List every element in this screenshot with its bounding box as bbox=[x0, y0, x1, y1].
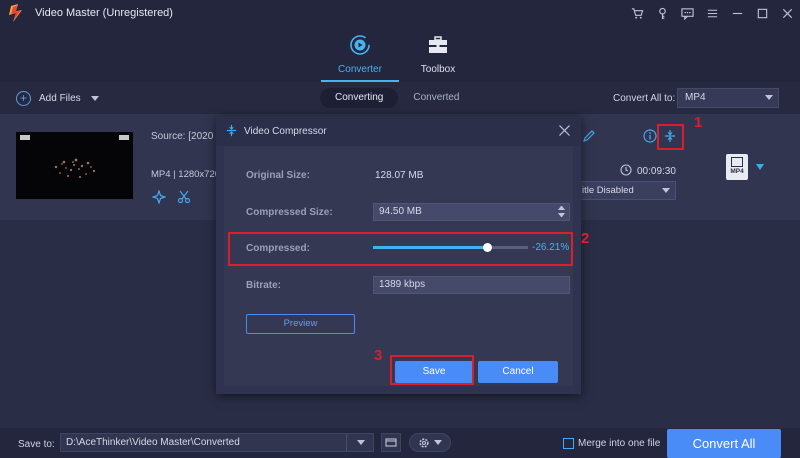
preview-button[interactable]: Preview bbox=[246, 314, 355, 334]
open-folder-button[interactable] bbox=[381, 433, 401, 452]
toolbar: + Add Files Converting Converted Convert… bbox=[0, 82, 800, 114]
dialog-body: Original Size: 128.07 MB Compressed Size… bbox=[224, 146, 573, 386]
convert-all-format-select[interactable]: MP4 bbox=[677, 88, 779, 108]
annotation-box-3 bbox=[390, 355, 474, 385]
chevron-down-icon bbox=[662, 188, 670, 193]
minimize-icon[interactable] bbox=[725, 0, 750, 26]
convert-all-to-label: Convert All to: bbox=[613, 93, 676, 104]
bitrate-field[interactable]: 1389 kbps bbox=[373, 276, 570, 294]
app-logo-icon bbox=[9, 4, 22, 22]
stepper-down-icon[interactable] bbox=[558, 213, 565, 217]
annotation-number-3: 3 bbox=[374, 347, 383, 364]
tab-toolbox[interactable]: Toolbox bbox=[399, 34, 477, 80]
save-to-label: Save to: bbox=[18, 439, 55, 450]
scissors-icon[interactable] bbox=[177, 190, 191, 204]
chat-icon[interactable] bbox=[675, 0, 700, 26]
file-duration: 00:09:30 bbox=[637, 166, 676, 177]
file-source: Source: [2020 bbox=[151, 131, 214, 142]
save-path-value: D:\AceThinker\Video Master\Converted bbox=[66, 437, 240, 448]
menu-icon[interactable] bbox=[700, 0, 725, 26]
annotation-number-1: 1 bbox=[694, 114, 703, 131]
merge-label[interactable]: Merge into one file bbox=[578, 438, 660, 449]
output-format-label: MP4 bbox=[730, 168, 744, 175]
compressed-size-value: 94.50 MB bbox=[379, 206, 422, 217]
maximize-icon[interactable] bbox=[750, 0, 775, 26]
enhance-icon[interactable] bbox=[151, 189, 167, 205]
output-format-icon[interactable]: MP4 bbox=[726, 154, 748, 180]
converter-icon bbox=[350, 35, 370, 55]
video-thumbnail[interactable] bbox=[16, 132, 133, 199]
cart-icon[interactable] bbox=[625, 0, 650, 26]
format-select-value: MP4 bbox=[685, 92, 706, 103]
key-icon[interactable] bbox=[650, 0, 675, 26]
compressed-size-field[interactable]: 94.50 MB bbox=[373, 203, 570, 221]
tab-converted[interactable]: Converted bbox=[398, 88, 474, 108]
annotation-box-2 bbox=[228, 232, 573, 266]
tab-toolbox-label: Toolbox bbox=[420, 64, 456, 75]
title-bar: Video Master (Unregistered) bbox=[0, 0, 800, 26]
compressed-size-label: Compressed Size: bbox=[246, 207, 333, 218]
dialog-title: Video Compressor bbox=[244, 126, 327, 137]
plus-icon: + bbox=[16, 91, 31, 106]
add-files-label: Add Files bbox=[39, 93, 81, 104]
save-path-select[interactable]: D:\AceThinker\Video Master\Converted bbox=[60, 433, 374, 452]
merge-checkbox[interactable] bbox=[563, 438, 574, 449]
close-icon[interactable] bbox=[558, 124, 571, 137]
info-icon[interactable] bbox=[643, 129, 657, 143]
stepper-up-icon[interactable] bbox=[558, 206, 565, 210]
film-icon bbox=[731, 157, 743, 167]
chevron-down-icon[interactable] bbox=[756, 164, 764, 170]
toolbox-icon bbox=[429, 36, 447, 53]
annotation-box-1 bbox=[657, 124, 684, 150]
annotation-number-2: 2 bbox=[581, 230, 590, 247]
clock-icon bbox=[620, 164, 632, 176]
tab-converter-label: Converter bbox=[338, 64, 382, 75]
bottom-bar: Save to: D:\AceThinker\Video Master\Conv… bbox=[0, 428, 800, 458]
tab-converter[interactable]: Converter bbox=[321, 34, 399, 82]
close-icon[interactable] bbox=[775, 0, 800, 26]
dialog-header: Video Compressor bbox=[216, 116, 581, 146]
file-meta: MP4 | 1280x720 bbox=[151, 169, 221, 180]
bitrate-label: Bitrate: bbox=[246, 280, 282, 291]
main-tab-bar: Converter Toolbox bbox=[0, 26, 800, 82]
folder-icon bbox=[385, 438, 397, 447]
chevron-down-icon bbox=[434, 440, 442, 445]
edit-icon[interactable] bbox=[582, 129, 596, 143]
add-files-button[interactable]: + Add Files bbox=[16, 91, 99, 106]
original-size-label: Original Size: bbox=[246, 170, 310, 181]
size-stepper[interactable] bbox=[558, 206, 565, 217]
gear-icon bbox=[419, 437, 429, 448]
status-segmented-control: Converting Converted bbox=[320, 88, 475, 108]
convert-all-button[interactable]: Convert All bbox=[667, 429, 781, 458]
settings-button[interactable] bbox=[409, 433, 451, 452]
chevron-down-icon bbox=[765, 95, 773, 100]
chevron-down-icon bbox=[357, 440, 365, 445]
divider bbox=[346, 434, 347, 451]
bitrate-value: 1389 kbps bbox=[379, 279, 426, 290]
compress-icon bbox=[226, 124, 237, 137]
subtitle-select-value: itle Disabled bbox=[582, 185, 634, 196]
app-title: Video Master (Unregistered) bbox=[35, 7, 173, 19]
subtitle-select[interactable]: itle Disabled bbox=[578, 181, 676, 200]
chevron-down-icon[interactable] bbox=[90, 96, 99, 101]
cancel-button[interactable]: Cancel bbox=[478, 361, 558, 383]
tab-converting[interactable]: Converting bbox=[320, 88, 399, 108]
original-size-value: 128.07 MB bbox=[375, 170, 424, 181]
